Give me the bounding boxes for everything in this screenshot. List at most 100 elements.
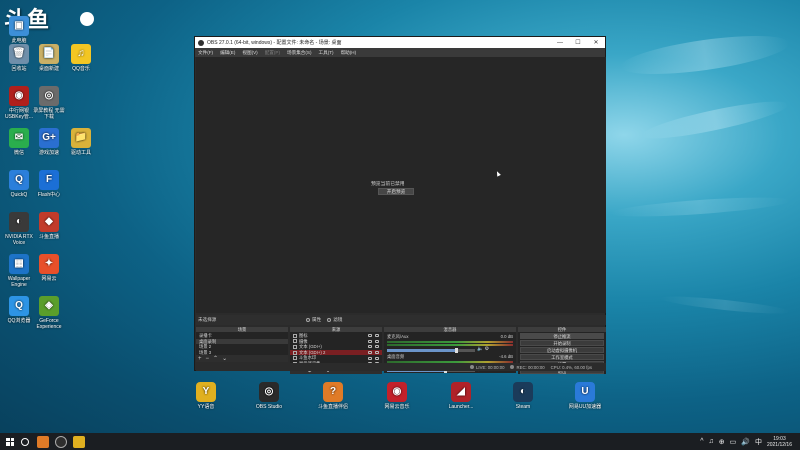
desktop-icon[interactable]: ◐ Steam [503,382,543,410]
search-icon[interactable] [21,437,29,446]
desktop-icon[interactable]: ▣ 此电脑 [2,16,36,44]
desktop-icon[interactable]: ◉ 中行网银 USBKey管... [2,86,36,120]
desktop-icon[interactable]: Q QQ浏览器 [2,296,36,324]
menu-help[interactable]: 帮助(H) [341,50,357,56]
desktop-icon[interactable]: ◆ 斗鱼直播 [32,212,66,240]
app-icon: 📄 [39,44,59,64]
tray-music-icon[interactable]: ♫ [709,438,714,445]
desktop-icon[interactable]: 🗑 回收站 [2,44,36,72]
channel-name: 麦克风/Aux [387,334,409,339]
app-icon: ◎ [39,86,59,106]
app-icon: ◉ [9,86,29,106]
mouse-cursor-icon [495,170,501,177]
move-up-icon[interactable]: ⌃ [213,355,218,362]
enable-preview-button[interactable]: 开启预览 [378,188,414,195]
tray-ime-icon[interactable]: 中 [755,437,762,447]
desktop-icon-label: 游戏加速 [38,150,59,156]
channel-db: 0.0 dB [500,334,513,339]
desktop-icon-label: 录屏教程 无需下载 [33,108,65,120]
visibility-eye-icon[interactable] [368,351,372,355]
app-icon: ▦ [9,254,29,274]
desktop-icon[interactable]: ✦ 网易云 [32,254,66,282]
lock-icon[interactable] [375,356,379,360]
wallpaper-wave [639,94,791,146]
visibility-eye-icon[interactable] [368,339,372,343]
lock-icon[interactable] [375,345,379,349]
lock-icon[interactable] [375,334,379,338]
filters-button[interactable]: 滤镜 [327,317,342,323]
tray-display-icon[interactable]: ▭ [730,438,737,446]
desktop-icon[interactable]: 📁 驱动工具 [64,128,98,156]
control-button[interactable]: 工作室模式 [520,354,604,360]
desktop-icon[interactable]: U 网易UU加速器 [565,382,605,410]
control-button[interactable]: 停止推流 [520,333,604,339]
desktop-icon[interactable]: Y YY语音 [186,382,226,410]
obs-titlebar[interactable]: OBS 27.0.1 (64-bit, windows) - 配置文件: 未命名… [195,37,605,48]
menu-file[interactable]: 文件(F) [198,50,213,56]
menu-edit[interactable]: 编辑(E) [220,50,235,56]
add-scene-button[interactable]: + [198,356,202,362]
desktop-icon-label: 网易UU加速器 [568,404,602,410]
taskbar-yy-icon[interactable] [73,435,85,448]
source-type-icon [293,339,297,344]
tray-volume-icon[interactable]: 🔊 [741,438,750,446]
menu-scene-collection[interactable]: 场景集合(S) [287,50,312,56]
desktop-icon[interactable]: ♫ QQ音乐 [64,44,98,72]
menu-profile[interactable]: 配置(P) [265,50,280,56]
visibility-eye-icon[interactable] [368,345,372,349]
remove-scene-button[interactable]: − [206,356,210,362]
desktop-icon-label: 回收站 [11,66,27,72]
lock-icon[interactable] [375,351,379,355]
taskbar-obs-icon[interactable] [55,435,67,448]
visibility-eye-icon[interactable] [368,356,372,360]
control-button[interactable]: 开始录制 [520,340,604,346]
volume-slider[interactable] [387,347,475,353]
desktop-icon[interactable]: ◎ OBS Studio [249,382,289,410]
control-button[interactable]: 启动虚拟摄像机 [520,347,604,353]
desktop-icon[interactable]: ▦ Wallpaper Engine [2,254,36,288]
desktop-icon[interactable]: ? 斗鱼直播伴侣 [313,382,353,410]
windows-start-icon[interactable] [6,437,14,446]
close-button[interactable]: ✕ [587,39,605,46]
properties-button[interactable]: 属性 [306,317,321,323]
desktop-icon-label: Wallpaper Engine [7,276,31,288]
source-toolbar: 未选择源 属性 滤镜 [196,315,606,325]
desktop-icon-label: 桌面新建 [38,66,59,72]
desktop-icon[interactable]: ✉ 微信 [2,128,36,156]
taskbar-douyu-icon[interactable] [37,435,49,448]
move-down-icon[interactable]: ⌄ [222,355,227,362]
desktop-icon[interactable]: ◢ Launcher... [441,382,481,410]
clock[interactable]: 19:03 2021/12/16 [767,436,792,448]
desktop-icon-label: YY语音 [197,404,215,410]
app-icon: Q [9,170,29,190]
desktop-icon[interactable]: ◐ NVIDIA RTX Voice [2,212,36,246]
desktop-icon-label: 微信 [13,150,24,156]
menu-tools[interactable]: 工具(T) [319,50,334,56]
desktop-icon[interactable]: ◈ GeForce Experience [32,296,66,330]
channel-settings-icon[interactable]: ⚙ [485,346,489,352]
window-title: OBS 27.0.1 (64-bit, windows) - 配置文件: 未命名… [207,40,342,46]
desktop-icon[interactable]: F Flash中心 [32,170,66,198]
source-type-icon [293,344,297,349]
lock-icon[interactable] [375,339,379,343]
minimize-button[interactable]: — [551,40,569,46]
tray-network-icon[interactable]: ⊕ [719,438,725,446]
desktop-icon[interactable]: G+ 游戏加速 [32,128,66,156]
rec-time: REC: 00:00:00 [510,365,545,370]
visibility-eye-icon[interactable] [368,334,372,338]
desktop-icon-label: QQ浏览器 [7,318,31,324]
app-icon: ◐ [9,212,29,232]
desktop-icon[interactable]: ◎ 录屏教程 无需下载 [32,86,66,120]
desktop-icon-label: GeForce Experience [36,318,62,330]
desktop-icon[interactable]: Q QuickQ [2,170,36,198]
speaker-icon[interactable]: 🔈 [477,346,483,352]
menu-view[interactable]: 视图(V) [242,50,257,56]
preview-area[interactable]: 预览当前已禁用 开启预览 [196,57,606,313]
app-icon: 📁 [71,128,91,148]
app-icon: ◎ [259,382,279,402]
tray-overflow-icon[interactable]: ^ [700,438,703,445]
maximize-button[interactable]: ☐ [569,39,587,46]
desktop-icon[interactable]: 📄 桌面新建 [32,44,66,72]
app-icon: Q [9,296,29,316]
desktop-icon[interactable]: ◉ 网易云音乐 [377,382,417,410]
